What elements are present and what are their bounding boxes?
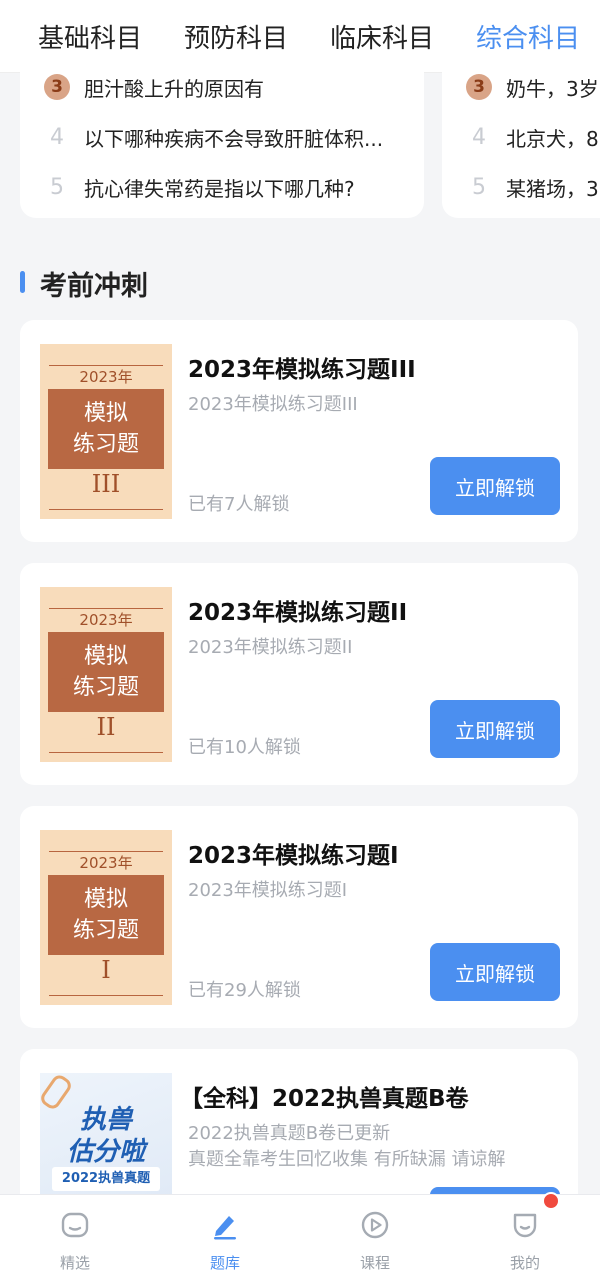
ranking-item-text: 抗心律失常药是指以下哪几种? (84, 176, 355, 201)
cover-roman-numeral: I (101, 956, 111, 984)
unlock-button[interactable]: 立即解锁 (430, 943, 560, 1001)
nav-item-featured[interactable]: 精选 (0, 1209, 150, 1273)
exam-cover: 2023年 模拟 练习题 III (40, 344, 172, 519)
nav-label: 课程 (359, 1254, 390, 1272)
card-title: 【全科】2022执兽真题B卷 (180, 1086, 469, 1112)
nav-item-question-bank[interactable]: 题库 (150, 1209, 300, 1273)
cover-title-line: 练习题 (72, 918, 139, 943)
unlock-count: 已有29人解锁 (188, 980, 301, 1001)
cover-title-line: 估分啦 (66, 1137, 145, 1167)
cover-roman-numeral: II (96, 713, 116, 741)
rank-number: 3 (466, 74, 492, 100)
cover-title-box: 模拟 练习题 (48, 389, 164, 469)
cover-title-line: 模拟 (83, 887, 128, 912)
card-title: 2023年模拟练习题I (188, 843, 399, 869)
card-subtitle: 2023年模拟练习题III (188, 394, 358, 415)
notification-dot (542, 1192, 560, 1210)
ranking-item[interactable]: 5 某猪场，3 (466, 170, 599, 204)
play-icon (361, 1211, 389, 1239)
ranking-item[interactable]: 3 奶牛，3岁 (466, 70, 599, 104)
rank-number: 4 (50, 124, 64, 150)
home-icon (61, 1212, 89, 1238)
nav-item-courses[interactable]: 课程 (300, 1209, 450, 1273)
cover-title-box: 模拟 练习题 (48, 632, 164, 712)
rank-number: 3 (44, 74, 70, 100)
cover-year: 2023年 (79, 368, 133, 386)
ranking-item[interactable]: 3 胆汁酸上升的原因有 (44, 70, 264, 104)
ranking-item-text: 某猪场，3 (506, 176, 599, 201)
card-description: 真题全靠考生回忆收集 有所缺漏 请谅解 (188, 1149, 506, 1170)
exam-card[interactable]: 2023年 模拟 练习题 II 2023年模拟练习题II 2023年模拟练习题I… (20, 563, 578, 785)
exam-cover: 执兽 估分啦 2022执兽真题 (40, 1073, 172, 1213)
cover-title-box: 模拟 练习题 (48, 875, 164, 955)
exam-card[interactable]: 2023年 模拟 练习题 III 2023年模拟练习题III 2023年模拟练习… (20, 320, 578, 542)
ranking-item[interactable]: 5 抗心律失常药是指以下哪几种? (44, 170, 355, 204)
rank-number: 5 (472, 174, 486, 200)
tab-basic[interactable]: 基础科目 (38, 18, 142, 55)
cover-roman-numeral: III (91, 470, 121, 498)
profile-icon (513, 1213, 537, 1238)
unlock-button[interactable]: 立即解锁 (430, 700, 560, 758)
ranking-item-text: 以下哪种疾病不会导致肝脏体积... (84, 126, 384, 151)
unlock-count: 已有10人解锁 (188, 737, 301, 758)
cover-label: 2022执兽真题 (52, 1167, 160, 1191)
pencil-icon (214, 1216, 236, 1240)
tab-comprehensive[interactable]: 综合科目 (476, 18, 580, 55)
cover-title-line: 练习题 (72, 675, 139, 700)
ranking-item-text: 胆汁酸上升的原因有 (84, 76, 264, 101)
nav-label: 题库 (209, 1254, 240, 1272)
section-title: 考前冲刺 (40, 271, 148, 302)
bottom-nav: 精选 题库 课程 我的 (0, 1194, 600, 1287)
rank-number: 4 (472, 124, 486, 150)
ranking-item[interactable]: 4 以下哪种疾病不会导致肝脏体积... (44, 120, 383, 154)
tab-clinical[interactable]: 临床科目 (330, 18, 434, 55)
card-title: 2023年模拟练习题II (188, 600, 408, 626)
card-subtitle: 2023年模拟练习题II (188, 637, 353, 658)
tab-prevention[interactable]: 预防科目 (184, 18, 288, 55)
nav-item-profile[interactable]: 我的 (450, 1209, 600, 1273)
card-title: 2023年模拟练习题III (188, 357, 416, 383)
ranking-item-text: 北京犬，8 (506, 126, 599, 151)
exam-cover: 2023年 模拟 练习题 I (40, 830, 172, 1005)
rank-number: 5 (50, 174, 64, 200)
cover-year: 2023年 (79, 854, 133, 872)
ranking-item[interactable]: 4 北京犬，8 (466, 120, 599, 154)
cover-year: 2023年 (79, 611, 133, 629)
unlock-count: 已有7人解锁 (188, 494, 290, 515)
section-accent-bar (20, 271, 25, 293)
card-subtitle: 2022执兽真题B卷已更新 (188, 1123, 391, 1144)
ranking-item-text: 奶牛，3岁 (506, 76, 599, 101)
cover-title-line: 练习题 (72, 432, 139, 457)
card-subtitle: 2023年模拟练习题I (188, 880, 348, 901)
ranking-list-right: 3 奶牛，3岁 4 北京犬，8 5 某猪场，3 (442, 60, 600, 218)
exam-card[interactable]: 2023年 模拟 练习题 I 2023年模拟练习题I 2023年模拟练习题I 已… (20, 806, 578, 1028)
exam-cover: 2023年 模拟 练习题 II (40, 587, 172, 762)
ranking-list-left: 3 胆汁酸上升的原因有 4 以下哪种疾病不会导致肝脏体积... 5 抗心律失常药… (20, 60, 424, 218)
cover-title-line: 模拟 (83, 644, 128, 669)
nav-label: 我的 (509, 1254, 540, 1272)
nav-label: 精选 (59, 1254, 90, 1272)
unlock-button[interactable]: 立即解锁 (430, 457, 560, 515)
cover-title-line: 模拟 (83, 401, 128, 426)
